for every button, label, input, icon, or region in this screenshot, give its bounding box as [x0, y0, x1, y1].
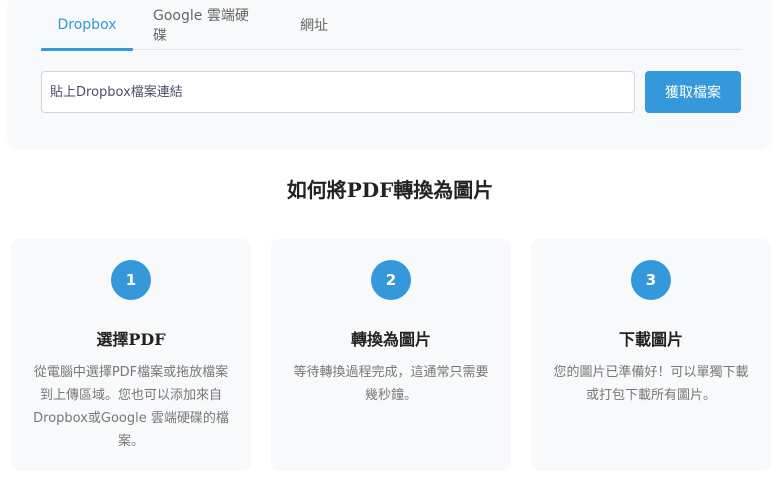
- step-number-badge: 2: [371, 260, 411, 300]
- step-description: 等待轉換過程完成，這通常只需要幾秒鐘。: [293, 365, 489, 403]
- tab-dropbox[interactable]: Dropbox: [41, 0, 133, 51]
- step-number-badge: 1: [111, 260, 151, 300]
- tab-url[interactable]: 網址: [293, 0, 335, 50]
- step-number-badge: 3: [631, 260, 671, 300]
- how-to-title: 如何將PDF轉換為圖片: [286, 178, 494, 202]
- import-panel: Dropbox Google 雲端硬碟 網址 獲取檔案: [9, 0, 771, 146]
- step-card-download: 3 下載圖片 您的圖片已準備好！可以單獨下載或打包下載所有圖片。: [531, 239, 771, 471]
- step-card-convert: 2 轉換為圖片 等待轉換過程完成，這通常只需要幾秒鐘。: [271, 239, 511, 471]
- step-card-select: 1 選擇PDF 從電腦中選擇PDF檔案或拖放檔案到上傳區域。您也可以添加來自Dr…: [11, 239, 251, 471]
- tab-google-drive[interactable]: Google 雲端硬碟: [153, 0, 259, 50]
- step-title: 轉換為圖片: [350, 330, 431, 349]
- step-title: 下載圖片: [618, 330, 683, 349]
- source-tabs: Dropbox Google 雲端硬碟 網址: [41, 0, 741, 51]
- step-description: 您的圖片已準備好！可以單獨下載或打包下載所有圖片。: [553, 365, 749, 403]
- fetch-file-button[interactable]: 獲取檔案: [645, 71, 741, 113]
- dropbox-link-input[interactable]: [41, 71, 635, 113]
- step-description: 從電腦中選擇PDF檔案或拖放檔案到上傳區域。您也可以添加來自Dropbox或Go…: [33, 365, 229, 449]
- step-title: 選擇PDF: [96, 330, 166, 349]
